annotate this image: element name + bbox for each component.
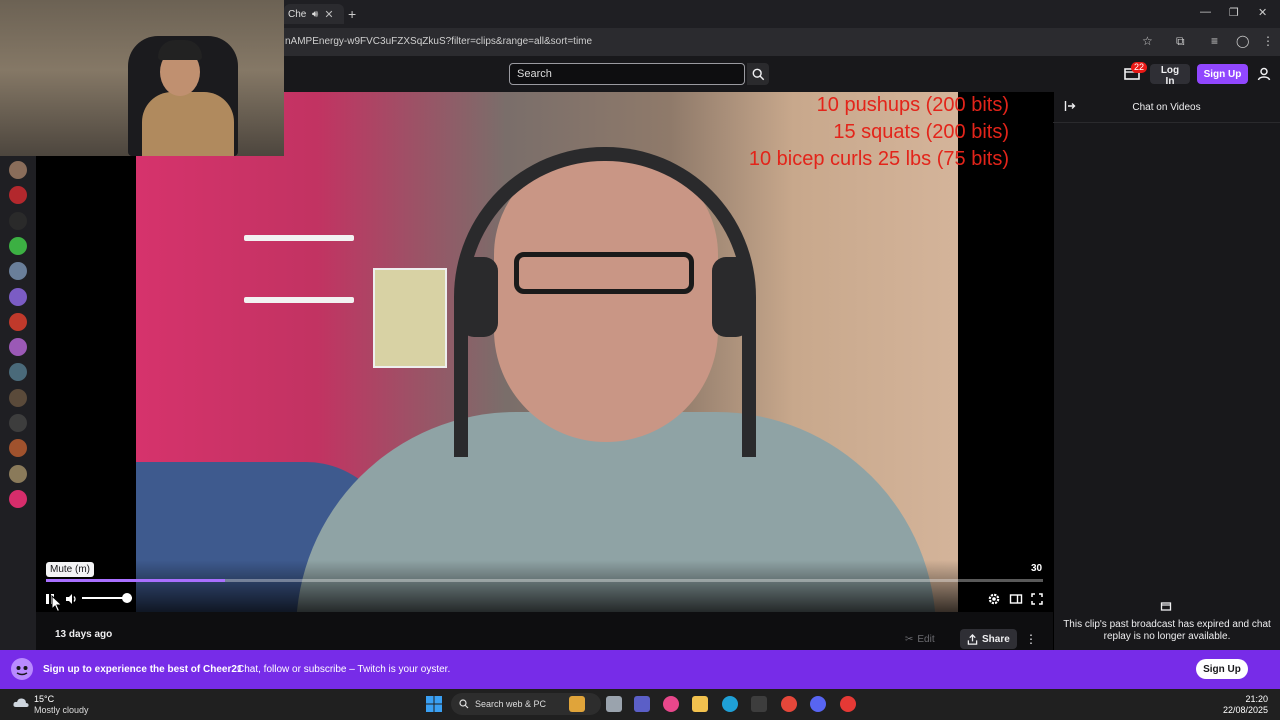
volume-slider-handle[interactable]: [122, 593, 132, 603]
search-icon: [752, 68, 764, 80]
overlay-text-line-3: 10 bicep curls 25 lbs (75 bits): [748, 148, 1009, 170]
windows-start-icon[interactable]: [426, 696, 442, 712]
discord-app-icon[interactable]: [810, 696, 826, 712]
edge-browser-icon[interactable]: [722, 696, 738, 712]
chat-header-divider: [1053, 122, 1280, 123]
overlay-text-line-2: 15 squats (200 bits): [833, 121, 1009, 143]
minimize-icon[interactable]: —: [1200, 6, 1211, 18]
teams-app-icon[interactable]: [634, 696, 650, 712]
share-button[interactable]: Share: [960, 629, 1017, 649]
weather-temperature[interactable]: 15°C: [34, 694, 54, 704]
new-tab-icon[interactable]: +: [348, 6, 356, 22]
edit-button-label: Edit: [917, 633, 935, 645]
widgets-app-icon[interactable]: [569, 696, 585, 712]
more-options-icon[interactable]: ⋮: [1025, 632, 1037, 646]
headphone-ear-right: [712, 257, 750, 337]
sidebar-channel-avatar[interactable]: [9, 338, 27, 357]
browser-tab-title: Cheer: [288, 8, 306, 20]
taskbar-clock[interactable]: 21:20: [1238, 694, 1268, 704]
sidebar-channel-avatar[interactable]: [9, 287, 27, 306]
glitch-mascot-icon: [11, 658, 33, 680]
taskbar-date[interactable]: 22/08/2025: [1216, 705, 1268, 715]
edit-button: ✂ Edit: [905, 630, 935, 648]
extensions-icon[interactable]: ⧉: [1176, 34, 1185, 49]
sidebar-channel-avatar[interactable]: [9, 211, 27, 230]
close-tab-icon[interactable]: ✕: [324, 8, 333, 21]
webcam-person-hat: [158, 40, 202, 60]
theatre-mode-icon[interactable]: [1009, 592, 1023, 606]
mouse-cursor-icon: [51, 595, 63, 613]
settings-gear-icon[interactable]: [987, 592, 1001, 606]
speaker-icon[interactable]: 🔊︎: [312, 9, 318, 20]
banner-title: Sign up to experience the best of Cheer2…: [43, 664, 243, 675]
bookmark-star-icon[interactable]: ☆: [1142, 34, 1153, 48]
wall-poster: [373, 268, 447, 368]
headphones-decor: [454, 147, 756, 457]
file-explorer-icon[interactable]: [692, 696, 708, 712]
sidebar-channel-avatar[interactable]: [9, 464, 27, 483]
chrome-browser-icon[interactable]: [781, 696, 797, 712]
user-icon[interactable]: [1257, 67, 1271, 81]
search-input[interactable]: [509, 63, 745, 85]
progress-fill[interactable]: [46, 579, 225, 582]
sidebar-channel-avatar[interactable]: [9, 414, 27, 432]
mute-tooltip: Mute (m): [46, 562, 94, 577]
webcam-person-body: [142, 92, 234, 156]
media-control-icon[interactable]: ≡: [1211, 34, 1218, 48]
video-player[interactable]: 10 pushups (200 bits) 15 squats (200 bit…: [36, 92, 1053, 612]
banner-signup-button[interactable]: Sign Up: [1196, 659, 1248, 679]
signup-button[interactable]: Sign Up: [1197, 64, 1248, 84]
chat-panel: [1053, 92, 1280, 650]
sidebar-channel-avatar[interactable]: [9, 161, 27, 179]
task-view-icon[interactable]: [606, 696, 622, 712]
chat-unavailable-message: This clip's past broadcast has expired a…: [1063, 619, 1271, 642]
notification-count-badge: 22: [1131, 62, 1148, 73]
restore-icon[interactable]: ❐: [1229, 6, 1239, 19]
copilot-app-icon[interactable]: [663, 696, 679, 712]
player-controls-gradient: [36, 560, 1053, 612]
clip-time-ago: 13 days ago: [55, 629, 113, 640]
sidebar-channel-avatar[interactable]: [9, 388, 27, 407]
overlay-text-line-1: 10 pushups (200 bits): [816, 94, 1009, 116]
clip-counter: 30: [1031, 563, 1043, 574]
other-app-icon[interactable]: [840, 696, 856, 712]
shelf-decor: [244, 235, 354, 241]
webcam-overlay: [0, 0, 284, 156]
shelf-decor: [244, 297, 354, 303]
search-icon: [459, 699, 469, 709]
sidebar-channel-avatar[interactable]: [9, 489, 27, 508]
weather-description[interactable]: Mostly cloudy: [34, 705, 89, 715]
store-app-icon[interactable]: [751, 696, 767, 712]
login-button[interactable]: Log In: [1150, 64, 1190, 87]
banner-subtitle: Chat, follow or subscribe – Twitch is yo…: [237, 664, 451, 675]
sidebar-channel-avatar[interactable]: [9, 236, 27, 255]
share-button-label: Share: [982, 633, 1010, 645]
cloudy-weather-icon[interactable]: [12, 695, 30, 709]
fullscreen-icon[interactable]: [1030, 592, 1044, 606]
browser-tab[interactable]: Cheer 🔊︎ ✕: [284, 4, 344, 24]
chat-title: Chat on Videos: [1132, 102, 1201, 113]
volume-icon[interactable]: [64, 592, 78, 606]
share-icon: [967, 633, 978, 645]
sidebar-channel-avatar[interactable]: [9, 312, 27, 331]
scissors-icon: ✂: [905, 633, 914, 645]
search-button[interactable]: [747, 63, 769, 85]
chat-unavailable-icon: [1160, 602, 1172, 611]
url-field[interactable]: nAMPEnergy-w9FVC3uFZXSqZkuS?filter=clips…: [285, 36, 592, 47]
browser-menu-icon[interactable]: ⋮: [1262, 34, 1274, 48]
profile-icon[interactable]: ◯: [1236, 34, 1249, 48]
taskbar-search-label: Search web & PC: [475, 699, 547, 709]
headphone-ear-left: [460, 257, 498, 337]
close-window-icon[interactable]: ✕: [1258, 6, 1267, 19]
